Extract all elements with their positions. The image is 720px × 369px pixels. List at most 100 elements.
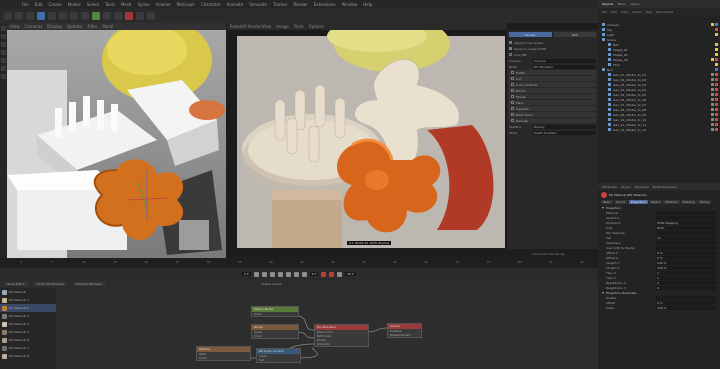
postfx-field-field[interactable]: RS Standard [533, 64, 596, 69]
menu-item-animate[interactable]: Animate [227, 2, 244, 7]
menu-item-file[interactable]: File [22, 2, 29, 7]
postfx-section-denoise[interactable]: Denoise [509, 118, 596, 123]
object-tag-icon[interactable] [715, 123, 718, 126]
edges-mode-icon[interactable] [1, 42, 6, 47]
viewport-menu-display[interactable]: Display [47, 24, 62, 29]
shader-node-port[interactable]: Out [257, 358, 300, 362]
attribute-subtab-coord[interactable]: Coord. [613, 200, 628, 204]
viewport-menu-filter[interactable]: Filter [87, 24, 97, 29]
postfx-section-checkbox[interactable] [511, 119, 514, 122]
shader-node[interactable]: Texture Tex0 Color [196, 346, 251, 361]
menu-item-simulate[interactable]: Simulate [249, 2, 267, 7]
play-icon[interactable] [277, 271, 283, 277]
attribute-subtab-material[interactable]: Material [663, 200, 680, 204]
attribute-value-field[interactable] [656, 295, 716, 300]
attribute-tab-2[interactable]: Structure [635, 185, 649, 189]
material-list-item[interactable]: RS Material.8 [0, 352, 56, 360]
object-tag-icon[interactable] [711, 93, 714, 96]
render-view-menu-1[interactable]: Image [276, 24, 289, 29]
postfx-section-postfx[interactable]: Postfx [509, 70, 596, 75]
camera-icon[interactable] [114, 12, 122, 20]
shader-node-port[interactable]: Displacement [388, 333, 421, 337]
node-editor-tab-0[interactable]: Node Editor [4, 282, 28, 286]
shader-node[interactable]: Output Surface Displacement [387, 323, 422, 338]
object-manager-menu-tags[interactable]: Tags [646, 10, 653, 14]
material-list-item[interactable]: RS Material.5 [0, 328, 56, 336]
object-manager-menu-object[interactable]: Object [632, 10, 642, 14]
postfx-section-checkbox[interactable] [511, 113, 514, 116]
next-frame-icon[interactable] [285, 271, 291, 277]
go-to-start-icon[interactable] [253, 271, 259, 277]
attribute-value-field[interactable]: 100 % [656, 260, 716, 265]
object-tag-icon[interactable] [715, 63, 718, 66]
menu-item-window[interactable]: Window [341, 2, 357, 7]
material-list-item[interactable]: RS Material.4 [0, 320, 56, 328]
points-mode-icon[interactable] [1, 34, 6, 39]
menu-item-edit[interactable]: Edit [35, 2, 43, 7]
object-tag-icon[interactable] [711, 88, 714, 91]
attribute-subtab-projection[interactable]: Projection [628, 200, 648, 204]
menu-item-mograph[interactable]: MoGraph [177, 2, 195, 7]
shader-node[interactable]: RS Standard Base Color Refl Color Bump Outco… [314, 324, 369, 347]
attribute-tab-1[interactable]: Layers [621, 185, 631, 189]
shader-node-port[interactable]: Color [197, 356, 250, 360]
postfx-section-checkbox[interactable] [511, 95, 514, 98]
object-tag-icon[interactable] [715, 128, 718, 131]
object-tag-icon[interactable] [715, 98, 718, 101]
object-tag-icon[interactable] [715, 118, 718, 121]
light-icon[interactable] [125, 12, 133, 20]
attribute-value-field[interactable] [656, 240, 716, 245]
model-mode-icon[interactable] [1, 26, 6, 31]
scale-icon[interactable] [48, 12, 56, 20]
live-select-icon[interactable] [26, 12, 34, 20]
attribute-tab-0[interactable]: Attributes [602, 185, 617, 189]
tab-objects[interactable]: Objects [602, 2, 613, 6]
shader-node-port[interactable]: Color [252, 312, 298, 316]
render-settings-icon[interactable] [147, 12, 155, 20]
object-tag-icon[interactable] [715, 68, 718, 71]
attribute-value-field[interactable]: 100 % [656, 305, 716, 310]
move-icon[interactable] [37, 12, 45, 20]
node-editor-tab-1[interactable]: Node: RS Material [33, 282, 67, 286]
postfx-section-checkbox[interactable] [511, 77, 514, 80]
viewport-menu-options[interactable]: Options [67, 24, 82, 29]
postfx-section-checkbox[interactable] [511, 101, 514, 104]
start-frame-field[interactable]: 0 F [242, 272, 251, 276]
menu-item-spline[interactable]: Spline [137, 2, 149, 7]
object-tag-icon[interactable] [715, 78, 718, 81]
attribute-value-field[interactable]: 0 [656, 285, 716, 290]
postfx-section-streak[interactable]: Streak [509, 94, 596, 99]
render-view-menu-3[interactable]: Options [309, 24, 324, 29]
previous-frame-icon[interactable] [269, 271, 275, 277]
attribute-value-field[interactable]: 100 % [656, 265, 716, 270]
material-list-item[interactable]: RS Material [0, 288, 56, 296]
current-frame-field[interactable]: 0 F [309, 272, 319, 276]
object-tag-icon[interactable] [715, 73, 718, 76]
postfx-section-lut[interactable]: LUT [509, 76, 596, 81]
menu-item-mesh[interactable]: Mesh [121, 2, 132, 7]
shader-node[interactable]: Maxon Noise Color [251, 306, 299, 317]
tab-layers[interactable]: Layers [630, 2, 640, 6]
timeline-ruler[interactable]: 0 5 10 15 20 25 30 35 40 45 50 55 60 65 70 75 80 85 90 [0, 258, 598, 268]
postfx-section-bloom[interactable]: Bloom [509, 88, 596, 93]
object-tag-icon[interactable] [715, 23, 718, 26]
record-icon[interactable] [321, 271, 327, 277]
material-list-item[interactable]: RS Material.1 [0, 296, 56, 304]
perspective-viewport[interactable]: View Cameras Display Options Filter Panel [7, 23, 226, 258]
postfx-option-checkbox[interactable] [509, 41, 512, 44]
postfx-section-checkbox[interactable] [511, 83, 514, 86]
object-manager-menu-view[interactable]: View [621, 10, 628, 14]
viewport-menu-panel[interactable]: Panel [102, 24, 113, 29]
attribute-value-field[interactable] [656, 215, 716, 220]
postfx-section-color-controls[interactable]: Color Controls [509, 82, 596, 87]
material-list-item[interactable]: RS Material.2 [0, 304, 56, 312]
postfx-section-flare[interactable]: Flare [509, 100, 596, 105]
attribute-tab-3[interactable]: Node Properties [653, 185, 677, 189]
menu-item-tools[interactable]: Tools [105, 2, 115, 7]
object-tag-icon[interactable] [711, 98, 714, 101]
viewport-menu-cameras[interactable]: Cameras [25, 24, 43, 29]
object-tag-icon[interactable] [715, 93, 718, 96]
end-frame-field[interactable]: 90 F [345, 272, 356, 276]
postfx-field-field[interactable]: Camera [533, 58, 596, 63]
snap-icon[interactable] [1, 74, 6, 79]
